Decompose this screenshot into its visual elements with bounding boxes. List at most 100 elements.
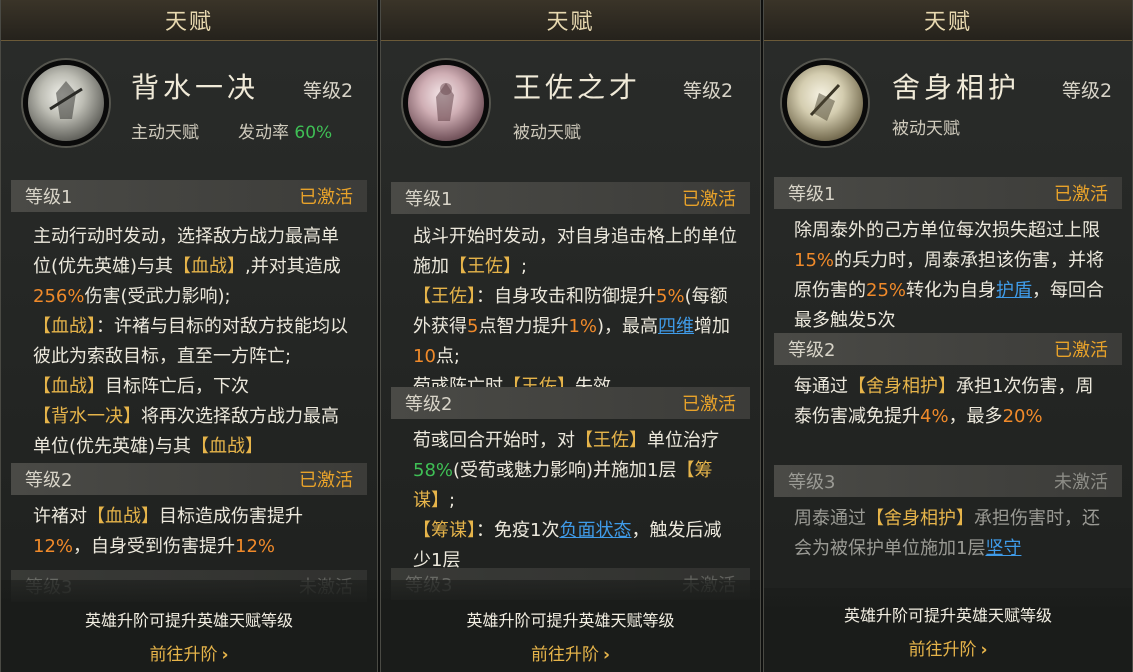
- tier-status: 已激活: [682, 394, 736, 415]
- talent-type: 被动天赋: [892, 119, 960, 139]
- go-upgrade-label: 前往升阶: [530, 645, 599, 665]
- highlight-text: 【王佐】: [575, 430, 647, 451]
- highlight-text: 12%: [33, 536, 74, 557]
- tier-bar-3: 等级3 未激活: [774, 465, 1122, 497]
- talent-portrait: [23, 60, 109, 146]
- tier-name: 等级3: [788, 472, 836, 493]
- highlight-text: 【背水一决】: [33, 406, 141, 427]
- chevron-right-icon: ›: [602, 645, 610, 665]
- chevron-right-icon: ›: [980, 640, 988, 660]
- talent-panel-2: 天赋 王佐之才 等级2 被动天赋 等级1 已激活 战斗开始时发动，对自身追击格上…: [380, 0, 761, 672]
- talent-name: 背水一决: [131, 71, 260, 104]
- highlight-text: 【王佐】: [413, 286, 476, 307]
- desc-text: 点;: [435, 346, 460, 367]
- keyword-link[interactable]: 负面状态: [559, 520, 631, 541]
- desc-text: 增加: [694, 316, 731, 337]
- tier-status: 已激活: [1054, 340, 1108, 361]
- upgrade-hint: 英雄升阶可提升英雄天赋等级: [466, 611, 675, 630]
- highlight-text: 【血战】: [87, 506, 159, 527]
- tier-name: 等级1: [25, 187, 73, 208]
- highlight-text: 【血战】: [33, 376, 105, 397]
- tier-status: 已激活: [1054, 184, 1108, 205]
- panel-header: 天赋: [1, 0, 377, 41]
- tier-1-description: 战斗开始时发动，对自身追击格上的单位施加【王佐】; 【王佐】：自身攻击和防御提升5…: [413, 222, 738, 402]
- header-title: 天赋: [164, 10, 213, 35]
- tier-status: 已激活: [682, 189, 736, 210]
- tier-bar-1: 等级1 已激活: [774, 177, 1122, 209]
- go-upgrade-label: 前往升阶: [149, 645, 218, 665]
- desc-text: )，最高: [597, 316, 659, 337]
- desc-text: ;: [449, 490, 456, 511]
- header-title: 天赋: [923, 10, 972, 35]
- tier-1-description: 除周泰外的己方单位每次损失超过上限15%的兵力时，周泰承担该伤害，并将原伤害的2…: [794, 216, 1110, 336]
- desc-text: (受荀彧魅力影响)并施加1层: [453, 460, 677, 481]
- desc-text: 点智力提升: [478, 316, 569, 337]
- highlight-text: 【血战】: [33, 316, 96, 337]
- talent-panel-1: 天赋 背水一决 等级2 主动天赋 发动率 60% 等级1 已激活 主动行动时发动…: [0, 0, 378, 672]
- tier-name: 等级1: [788, 184, 836, 205]
- header-title: 天赋: [546, 10, 595, 35]
- go-upgrade-link[interactable]: 前往升阶 ›: [381, 640, 760, 665]
- desc-text: 目标阵亡后，下次: [105, 376, 249, 397]
- desc-text: ;: [521, 256, 528, 277]
- highlight-text: 【舍身相护】: [866, 508, 974, 529]
- strategist-icon: [436, 83, 454, 121]
- trigger-rate: 发动率 60%: [238, 118, 332, 143]
- tier-name: 等级2: [788, 340, 836, 361]
- trigger-rate-value: 60%: [294, 123, 333, 143]
- upgrade-hint: 英雄升阶可提升英雄天赋等级: [843, 606, 1052, 625]
- go-upgrade-link[interactable]: 前往升阶 ›: [764, 635, 1132, 660]
- talent-name: 舍身相护: [892, 71, 1021, 104]
- desc-text: ：免疫1次: [476, 520, 560, 541]
- keyword-link[interactable]: 护盾: [996, 280, 1032, 301]
- tier-2-description: 每通过【舍身相护】承担1次伤害，周泰伤害减免提升4%，最多20%: [794, 372, 1110, 432]
- desc-text: 周泰通过: [794, 508, 866, 529]
- highlight-text: 5%: [656, 286, 685, 307]
- highlight-text: 12%: [235, 536, 276, 557]
- highlight-text: 【血战】: [191, 436, 264, 457]
- desc-text: 目标造成伤害提升: [159, 506, 303, 527]
- tier-bar-2: 等级2 已激活: [11, 463, 367, 495]
- desc-text: 许褚对: [33, 506, 87, 527]
- highlight-text: 【筹谋】: [413, 520, 476, 541]
- highlight-text: 【王佐】: [449, 256, 521, 277]
- tier-2-description: 荀彧回合开始时，对【王佐】单位治疗58%(受荀彧魅力影响)并施加1层【筹谋】; 【…: [413, 426, 738, 576]
- desc-text: 除周泰外的己方单位每次损失超过上限: [794, 220, 1100, 241]
- desc-text: ，自身受到伤害提升: [73, 536, 236, 557]
- highlight-text: 1%: [568, 316, 598, 337]
- tier-bar-1: 等级1 已激活: [391, 182, 750, 214]
- tier-name: 等级2: [25, 470, 73, 491]
- highlight-text: 【舍身相护】: [848, 376, 956, 397]
- desc-text: ：自身攻击和防御提升: [476, 286, 656, 307]
- panel-header: 天赋: [381, 0, 760, 41]
- talent-type: 被动天赋: [513, 123, 581, 143]
- desc-text: ,并对其造成: [245, 256, 341, 277]
- talent-level: 等级2: [1062, 80, 1113, 102]
- talent-name: 王佐之才: [513, 71, 642, 104]
- desc-text: 单位治疗: [647, 430, 719, 451]
- desc-text: 每通过: [794, 376, 848, 397]
- highlight-text: 4%: [920, 406, 949, 427]
- desc-text: 转化为自身: [906, 280, 997, 301]
- keyword-link[interactable]: 四维: [658, 316, 694, 337]
- tier-1-description: 主动行动时发动，选择敌方战力最高单位(优先英雄)与其【血战】,并对其造成256%…: [33, 222, 355, 462]
- highlight-text: 5: [467, 316, 479, 337]
- talent-portrait: [782, 60, 868, 146]
- tier-bar-2: 等级2 已激活: [391, 387, 750, 419]
- tier-name: 等级2: [405, 394, 453, 415]
- tier-name: 等级1: [405, 189, 453, 210]
- talent-type: 主动天赋: [131, 123, 199, 143]
- talent-level: 等级2: [303, 80, 354, 102]
- tier-status: 已激活: [299, 187, 353, 208]
- highlight-text: 10: [413, 346, 436, 367]
- tier-2-description: 许褚对【血战】目标造成伤害提升 12%，自身受到伤害提升12%: [33, 502, 355, 562]
- go-upgrade-link[interactable]: 前往升阶 ›: [1, 640, 377, 665]
- tier-bar-2: 等级2 已激活: [774, 333, 1122, 365]
- highlight-text: 25%: [866, 280, 907, 301]
- highlight-text: 20%: [1002, 406, 1043, 427]
- upgrade-hint: 英雄升阶可提升英雄天赋等级: [84, 611, 293, 630]
- panel-header: 天赋: [764, 0, 1132, 41]
- tier-bar-1: 等级1 已激活: [11, 180, 367, 212]
- keyword-link[interactable]: 坚守: [985, 538, 1021, 559]
- highlight-text: 256%: [33, 286, 85, 307]
